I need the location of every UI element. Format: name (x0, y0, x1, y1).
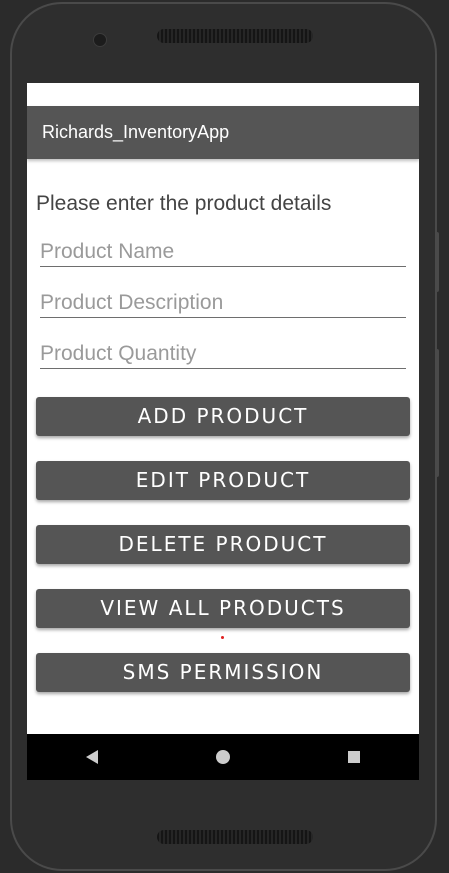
product-description-input[interactable] (40, 291, 406, 315)
product-description-field (40, 273, 406, 318)
product-name-input[interactable] (40, 240, 406, 264)
nav-recents-button[interactable] (324, 734, 384, 780)
edit-product-button[interactable]: EDIT PRODUCT (36, 461, 410, 500)
power-button (435, 232, 439, 292)
back-icon (86, 750, 99, 764)
delete-product-button[interactable]: DELETE PRODUCT (36, 525, 410, 564)
red-dot-marker (221, 636, 224, 639)
sms-permission-button[interactable]: SMS PERMISSION (36, 653, 410, 692)
product-quantity-field (40, 324, 406, 369)
form-content: Please enter the product details ADD PRO… (27, 192, 419, 692)
nav-back-button[interactable] (62, 734, 122, 780)
top-speaker (157, 29, 313, 43)
product-name-field (40, 222, 406, 267)
view-all-products-button[interactable]: VIEW ALL PRODUCTS (36, 589, 410, 628)
app-title: Richards_InventoryApp (42, 122, 230, 142)
form-prompt: Please enter the product details (36, 192, 332, 215)
volume-button (435, 349, 439, 477)
bottom-speaker (157, 830, 313, 844)
add-product-button[interactable]: ADD PRODUCT (36, 397, 410, 436)
screen: Richards_InventoryApp Please enter the p… (27, 83, 419, 780)
navigation-bar (27, 734, 419, 780)
front-camera (93, 33, 107, 47)
app-bar: Richards_InventoryApp (27, 106, 419, 159)
recents-icon (347, 751, 360, 763)
nav-home-button[interactable] (193, 734, 253, 780)
status-bar (27, 83, 419, 106)
home-icon (215, 750, 230, 764)
product-quantity-input[interactable] (40, 342, 406, 366)
